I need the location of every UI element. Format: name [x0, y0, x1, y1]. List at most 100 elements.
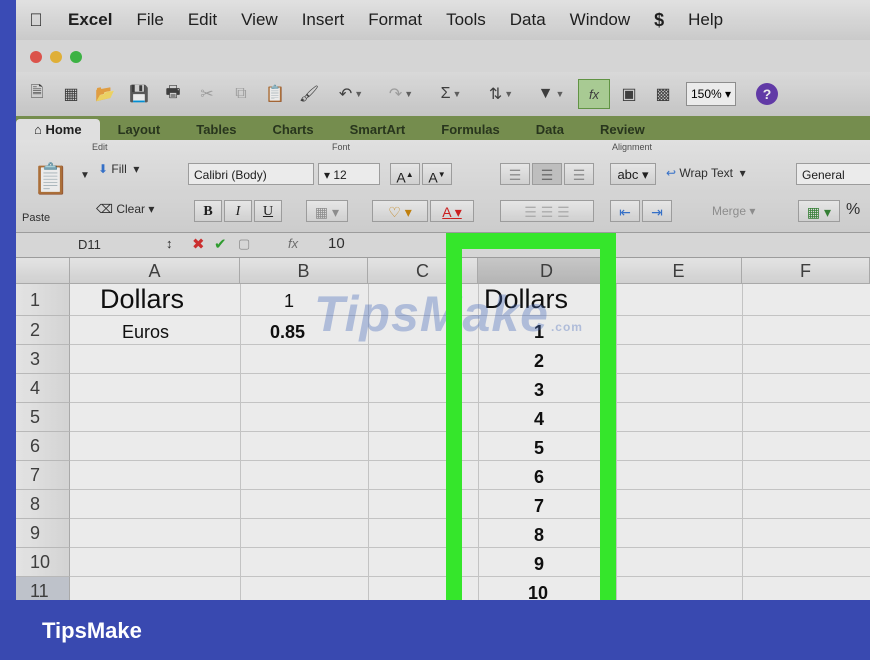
- copy-icon[interactable]: ⧉: [226, 80, 256, 108]
- font-size-select[interactable]: ▾ 12: [318, 163, 380, 185]
- templates-icon[interactable]: ▦: [56, 80, 86, 108]
- tab-home[interactable]: ⌂ Home: [16, 119, 100, 140]
- menu-help[interactable]: Help: [676, 10, 735, 30]
- column-header-c[interactable]: C: [368, 258, 478, 284]
- formula-builder-icon[interactable]: fx: [578, 79, 610, 109]
- format-painter-icon[interactable]: 🖌: [294, 80, 324, 108]
- cell-d9[interactable]: 8: [534, 525, 544, 546]
- zoom-select[interactable]: 150% ▾: [686, 82, 737, 106]
- tab-smartart[interactable]: SmartArt: [332, 119, 424, 140]
- accept-entry-icon[interactable]: ✔: [214, 235, 227, 253]
- row-header-6[interactable]: 6: [16, 432, 70, 461]
- cell-a2[interactable]: Euros: [122, 322, 169, 343]
- wrap-text-button[interactable]: ↩ Wrap Text ▾: [666, 166, 746, 180]
- italic-button[interactable]: I: [224, 200, 252, 222]
- bold-button[interactable]: B: [194, 200, 222, 222]
- row-header-1[interactable]: 1: [16, 284, 70, 316]
- paste-icon[interactable]: 📋: [32, 162, 69, 197]
- align-middle-button[interactable]: ☰: [532, 163, 562, 185]
- autosum-icon[interactable]: Σ ▼: [428, 80, 474, 108]
- decrease-font-button[interactable]: A▼: [422, 163, 452, 186]
- menu-tools[interactable]: Tools: [434, 10, 498, 30]
- paste-dropdown-icon[interactable]: ▼: [80, 170, 90, 181]
- select-all-corner[interactable]: [16, 258, 70, 284]
- column-header-b[interactable]: B: [240, 258, 368, 284]
- script-menu-icon[interactable]: $: [642, 10, 676, 31]
- tab-review[interactable]: Review: [582, 119, 663, 140]
- cell-b2[interactable]: 0.85: [270, 322, 305, 343]
- menu-insert[interactable]: Insert: [290, 10, 357, 30]
- row-header-7[interactable]: 7: [16, 461, 70, 490]
- menu-window[interactable]: Window: [558, 10, 642, 30]
- cell-d5[interactable]: 4: [534, 409, 544, 430]
- cell-d11[interactable]: 10: [528, 583, 548, 600]
- row-header-11[interactable]: 11: [16, 577, 70, 600]
- number-format-select[interactable]: General: [796, 163, 870, 185]
- menu-file[interactable]: File: [124, 10, 175, 30]
- cell-d6[interactable]: 5: [534, 438, 544, 459]
- paste-icon[interactable]: 📋: [260, 80, 290, 108]
- cancel-entry-icon[interactable]: ✖: [192, 235, 205, 253]
- minimize-window-button[interactable]: [50, 51, 62, 63]
- menu-data[interactable]: Data: [498, 10, 558, 30]
- print-icon[interactable]: 🖶: [158, 80, 188, 108]
- row-header-9[interactable]: 9: [16, 519, 70, 548]
- percent-button[interactable]: %: [846, 201, 860, 219]
- tab-layout[interactable]: Layout: [100, 119, 179, 140]
- row-header-3[interactable]: 3: [16, 345, 70, 374]
- underline-button[interactable]: U: [254, 200, 282, 222]
- fill-button[interactable]: ⬇ Fill ▾: [98, 162, 139, 176]
- paste-button[interactable]: Paste: [22, 212, 50, 224]
- increase-font-button[interactable]: A▲: [390, 163, 420, 186]
- column-header-e[interactable]: E: [616, 258, 742, 284]
- currency-format-button[interactable]: ▦ ▾: [798, 200, 840, 222]
- row-header-8[interactable]: 8: [16, 490, 70, 519]
- cell-d8[interactable]: 7: [534, 496, 544, 517]
- cut-icon[interactable]: ✂: [192, 80, 222, 108]
- open-icon[interactable]: 📂: [90, 80, 120, 108]
- text-orientation-button[interactable]: abc ▾: [610, 163, 656, 185]
- media-browser-icon[interactable]: ▩: [648, 80, 678, 108]
- toolbox-icon[interactable]: ▣: [614, 80, 644, 108]
- align-bottom-button[interactable]: ☰: [564, 163, 594, 185]
- close-window-button[interactable]: [30, 51, 42, 63]
- zoom-window-button[interactable]: [70, 51, 82, 63]
- undo-icon[interactable]: ↶ ▼: [328, 80, 374, 108]
- tab-data[interactable]: Data: [518, 119, 582, 140]
- menu-format[interactable]: Format: [356, 10, 434, 30]
- menu-excel[interactable]: Excel: [56, 10, 124, 30]
- redo-icon[interactable]: ↷ ▼: [378, 80, 424, 108]
- filter-icon[interactable]: ▼ ▼: [528, 80, 574, 108]
- menu-view[interactable]: View: [229, 10, 290, 30]
- column-header-d[interactable]: D: [478, 258, 616, 284]
- save-icon[interactable]: 💾: [124, 80, 154, 108]
- clear-button[interactable]: ⌫ Clear ▾: [96, 202, 154, 216]
- apple-icon[interactable]: : [16, 10, 56, 31]
- cell-d10[interactable]: 9: [534, 554, 544, 575]
- align-top-button[interactable]: ☰: [500, 163, 530, 185]
- row-header-4[interactable]: 4: [16, 374, 70, 403]
- tab-formulas[interactable]: Formulas: [423, 119, 518, 140]
- sort-icon[interactable]: ⇅ ▼: [478, 80, 524, 108]
- name-box-stepper[interactable]: ↕: [166, 236, 173, 251]
- row-header-2[interactable]: 2: [16, 316, 70, 345]
- row-header-10[interactable]: 10: [16, 548, 70, 577]
- cell-d3[interactable]: 2: [534, 351, 544, 372]
- column-header-a[interactable]: A: [70, 258, 240, 284]
- font-color-button[interactable]: A ▾: [430, 200, 474, 222]
- font-name-select[interactable]: Calibri (Body): [188, 163, 314, 185]
- borders-button[interactable]: ▦ ▾: [306, 200, 348, 222]
- cell-a1[interactable]: Dollars: [100, 284, 184, 315]
- cell-d4[interactable]: 3: [534, 380, 544, 401]
- name-box[interactable]: D11: [78, 237, 101, 252]
- increase-indent-button[interactable]: ⇥: [642, 200, 672, 222]
- cell-d7[interactable]: 6: [534, 467, 544, 488]
- merge-button[interactable]: Merge ▾: [712, 204, 755, 218]
- new-workbook-icon[interactable]: 🗎: [22, 80, 52, 108]
- formula-input[interactable]: 10: [328, 235, 345, 252]
- insert-function-icon[interactable]: ▢: [238, 236, 250, 252]
- horizontal-align-buttons[interactable]: ☰ ☰ ☰: [500, 200, 594, 222]
- tab-tables[interactable]: Tables: [178, 119, 254, 140]
- cell-b1[interactable]: 1: [284, 291, 294, 312]
- decrease-indent-button[interactable]: ⇤: [610, 200, 640, 222]
